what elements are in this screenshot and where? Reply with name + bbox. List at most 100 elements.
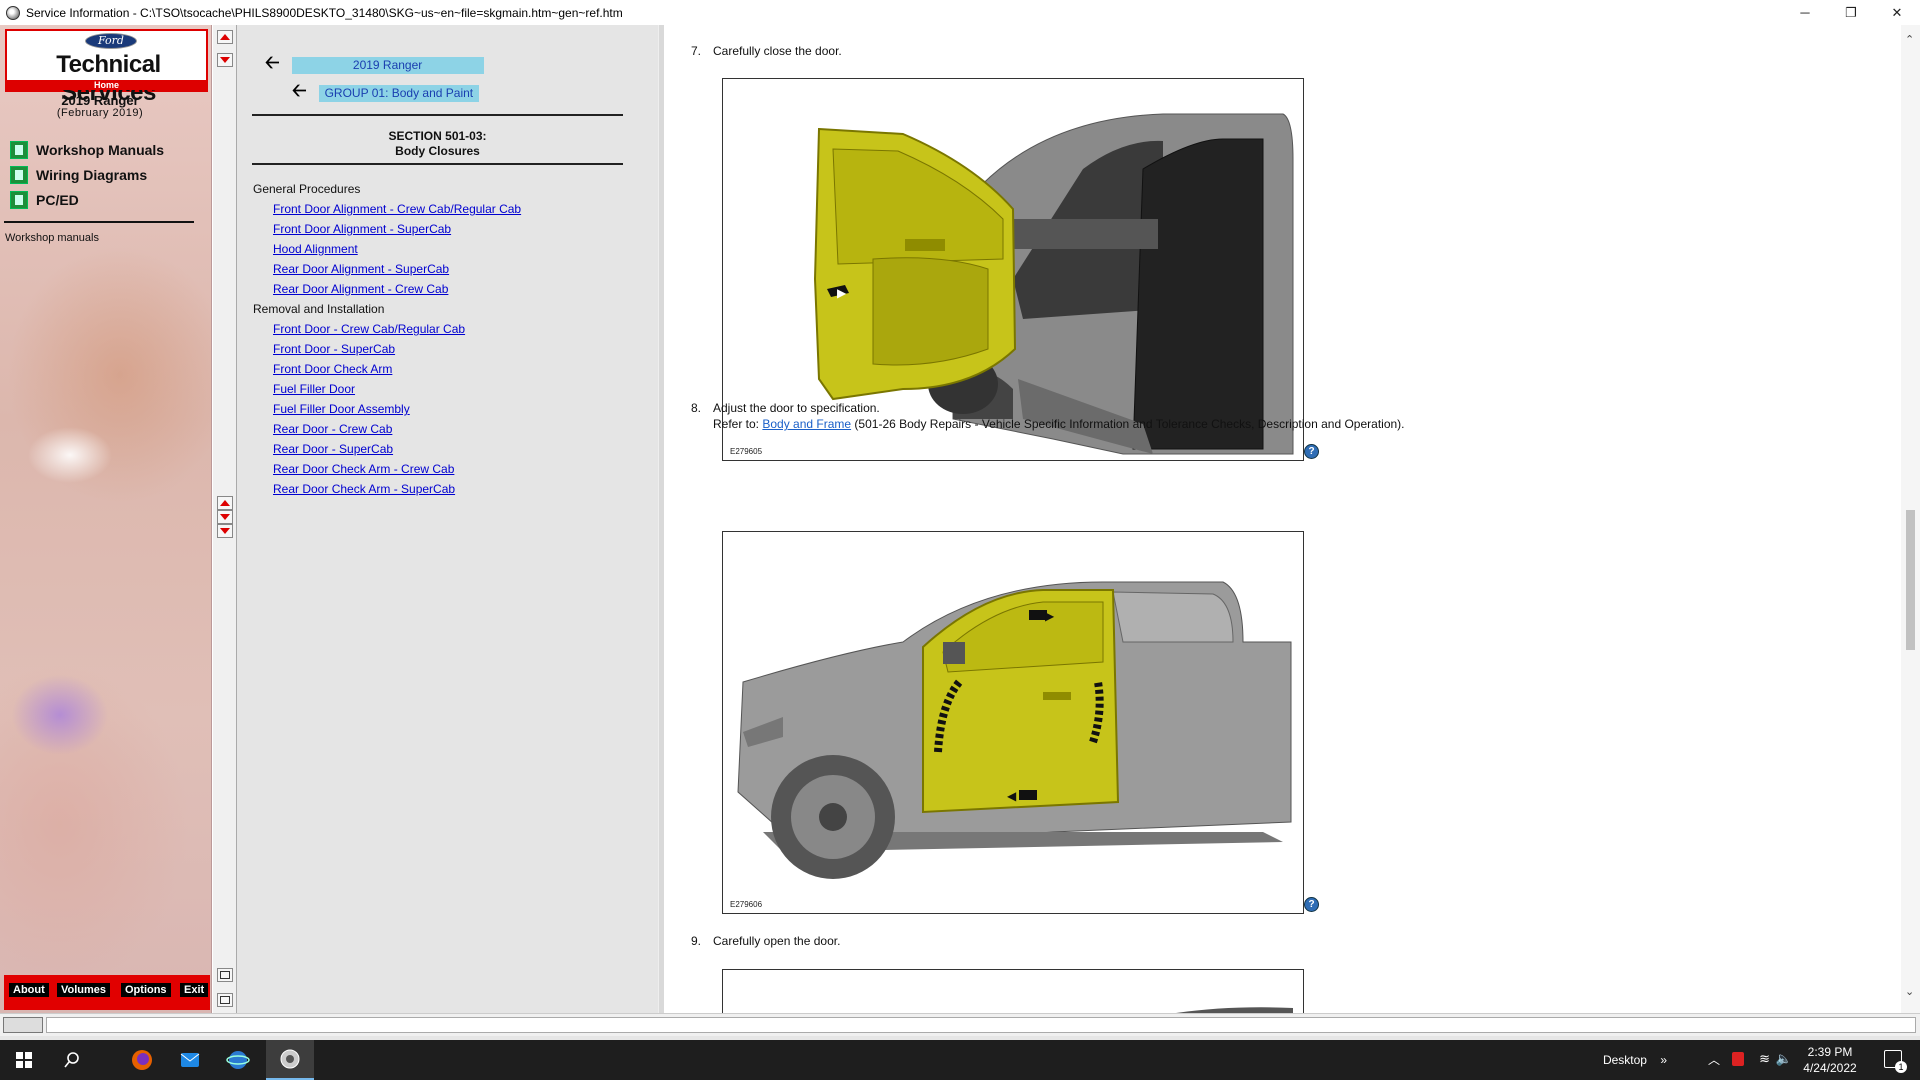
- antivirus-icon[interactable]: [1732, 1052, 1744, 1066]
- vertical-scrollbar[interactable]: ⌃ ⌄: [1901, 25, 1920, 1013]
- firefox-taskbar-button[interactable]: [118, 1040, 166, 1080]
- about-button[interactable]: About: [9, 983, 49, 997]
- toc-link[interactable]: Rear Door - Crew Cab: [253, 419, 643, 439]
- toc-category: General Procedures: [253, 182, 361, 196]
- breadcrumb-vehicle: 🡠 2019 Ranger: [265, 50, 484, 80]
- service-info-icon: [6, 5, 20, 20]
- section-heading: SECTION 501-03: Body Closures: [252, 129, 623, 159]
- clock[interactable]: 2:39 PM 4/24/2022: [1800, 1044, 1860, 1076]
- scroll-mid-button[interactable]: [217, 510, 233, 524]
- start-button[interactable]: [0, 1040, 48, 1080]
- back-arrow-icon[interactable]: 🡠: [265, 50, 280, 80]
- refer-text: (501-26 Body Repairs - Vehicle Specific …: [851, 417, 1405, 431]
- toc-link[interactable]: Fuel Filler Door Assembly: [253, 399, 643, 419]
- toc-link[interactable]: Rear Door Check Arm - SuperCab: [253, 479, 643, 499]
- service-info-taskbar-button[interactable]: [266, 1040, 314, 1080]
- step-number: 9.: [691, 934, 702, 948]
- toc-link[interactable]: Rear Door Check Arm - Crew Cab: [253, 459, 643, 479]
- divider: [252, 114, 623, 116]
- scroll-thumb[interactable]: [1906, 510, 1915, 650]
- step-text: Adjust the door to specification.: [713, 401, 880, 415]
- svg-text:◀: ◀: [1007, 789, 1017, 803]
- taskbar: Desktop » ︿ ≋ 🔈 2:39 PM 4/24/2022 1: [0, 1040, 1920, 1080]
- step-text: Carefully close the door.: [713, 44, 842, 58]
- brand-logo[interactable]: Ford Technical Services Home: [5, 29, 208, 106]
- desktop-toolbar[interactable]: Desktop »: [1603, 1053, 1667, 1067]
- notification-icon[interactable]: 1: [1884, 1050, 1907, 1073]
- toc-link[interactable]: Hood Alignment: [253, 239, 643, 259]
- desktop-label: Desktop: [1602, 1053, 1647, 1067]
- back-arrow-icon[interactable]: 🡠: [292, 78, 307, 108]
- clock-time: 2:39 PM: [1807, 1045, 1853, 1059]
- down-arrow-icon: [220, 57, 230, 63]
- minimize-button[interactable]: ─: [1782, 0, 1828, 25]
- window-controls: ─ ❐ ✕: [1782, 0, 1920, 25]
- search-icon: [64, 1052, 79, 1068]
- frame-control-strip: [213, 25, 237, 1013]
- restore-button[interactable]: ❐: [1828, 0, 1874, 25]
- toc-link[interactable]: Front Door - Crew Cab/Regular Cab: [253, 319, 643, 339]
- nav-wiring-diagrams[interactable]: Wiring Diagrams: [10, 164, 147, 186]
- toc-link[interactable]: Front Door Alignment - Crew Cab/Regular …: [253, 199, 643, 219]
- windows-icon: [16, 1052, 32, 1068]
- search-button[interactable]: [48, 1040, 96, 1080]
- close-button[interactable]: ✕: [1874, 0, 1920, 25]
- tray-chevron-up-icon[interactable]: ︿: [1708, 1051, 1720, 1068]
- ie-taskbar-button[interactable]: [214, 1040, 262, 1080]
- exit-button[interactable]: Exit: [180, 983, 209, 997]
- status-icon: [3, 1017, 43, 1033]
- nav-workshop-manuals[interactable]: Workshop Manuals: [10, 139, 164, 161]
- scroll-up-button[interactable]: [217, 496, 233, 510]
- clock-date: 4/24/2022: [1803, 1061, 1857, 1075]
- diagram-icon: [10, 166, 28, 184]
- toc-link[interactable]: Front Door - SuperCab: [253, 339, 643, 359]
- mail-taskbar-button[interactable]: [166, 1040, 214, 1080]
- crumb-vehicle-link[interactable]: 2019 Ranger: [291, 56, 484, 74]
- volume-icon[interactable]: 🔈: [1776, 1051, 1792, 1067]
- toc-link[interactable]: Front Door Alignment - SuperCab: [253, 219, 643, 239]
- volumes-button[interactable]: Volumes: [57, 983, 111, 997]
- toc-link[interactable]: Rear Door - SuperCab: [253, 439, 643, 459]
- section-name: Body Closures: [395, 144, 480, 158]
- collapse-down-button[interactable]: [217, 53, 233, 67]
- step-number: 8.: [691, 401, 702, 415]
- breadcrumb-group: 🡠 GROUP 01: Body and Paint: [292, 78, 480, 108]
- service-info-icon: [280, 1049, 300, 1069]
- printer-button[interactable]: [217, 993, 233, 1007]
- bottom-button-bar: About Volumes Options Exit: [4, 975, 210, 1010]
- nav-label: Wiring Diagrams: [36, 167, 148, 183]
- toc-link[interactable]: Fuel Filler Door: [253, 379, 643, 399]
- step-7: 7. Carefully close the door.: [691, 43, 842, 59]
- notification-count: 1: [1895, 1061, 1907, 1073]
- wifi-icon[interactable]: ≋: [1759, 1051, 1770, 1067]
- section-number: SECTION 501-03:: [388, 129, 487, 143]
- scroll-down-arrow-icon[interactable]: ⌄: [1905, 985, 1914, 998]
- nav-pced[interactable]: PC/ED: [10, 189, 79, 211]
- nav-label: PC/ED: [36, 192, 79, 208]
- title-bar: Service Information - C:\TSO\tsocache\PH…: [0, 0, 1920, 25]
- help-icon[interactable]: ?: [1304, 444, 1319, 459]
- home-link[interactable]: Home: [7, 80, 206, 90]
- divider: [252, 163, 623, 165]
- svg-text:▶: ▶: [837, 286, 847, 300]
- toc-link[interactable]: Rear Door Alignment - Crew Cab: [253, 279, 643, 299]
- help-icon[interactable]: ?: [1304, 897, 1319, 912]
- globe-icon: [226, 1051, 250, 1069]
- scroll-down-button[interactable]: [217, 524, 233, 538]
- nav-label: Workshop Manuals: [36, 142, 165, 158]
- toc-link[interactable]: Rear Door Alignment - SuperCab: [253, 259, 643, 279]
- toc-pane: 🡠 2019 Ranger 🡠 GROUP 01: Body and Paint…: [237, 25, 658, 1013]
- refer-label: Refer to:: [713, 417, 760, 431]
- collapse-up-button[interactable]: [217, 30, 233, 44]
- step-8: 8. Adjust the door to specification. Refe…: [691, 400, 1405, 432]
- scroll-up-arrow-icon[interactable]: ⌃: [1905, 33, 1914, 46]
- print-button[interactable]: [217, 968, 233, 982]
- body-and-frame-link[interactable]: Body and Frame: [762, 417, 851, 431]
- crumb-group-link[interactable]: GROUP 01: Body and Paint: [318, 84, 480, 102]
- options-button[interactable]: Options: [121, 983, 171, 997]
- left-pane: Ford Technical Services Home 2019 Ranger…: [0, 25, 212, 1013]
- figure-caption: E279605: [730, 447, 763, 456]
- toc-link[interactable]: Front Door Check Arm: [253, 359, 643, 379]
- window-title: Service Information - C:\TSO\tsocache\PH…: [26, 5, 623, 20]
- door-adjust-illustration: ▶ ◀: [737, 581, 1292, 879]
